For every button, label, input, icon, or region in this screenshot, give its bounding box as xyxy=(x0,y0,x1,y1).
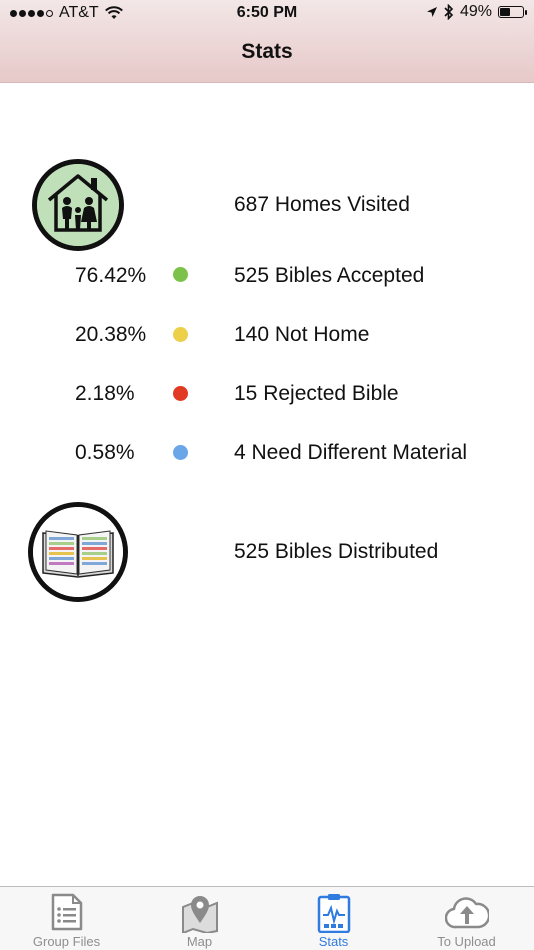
different-material-status-dot xyxy=(173,445,188,460)
not-home-percent: 20.38% xyxy=(75,323,147,346)
different-material-percent: 0.58% xyxy=(75,441,135,464)
cloud-upload-icon xyxy=(444,897,489,929)
stats-screen: AT&T 6:50 PM 49% Stats 687 Homes Visited… xyxy=(0,0,534,950)
accepted-label: 525 Bibles Accepted xyxy=(234,264,425,287)
family-home-icon xyxy=(32,159,124,251)
bluetooth-icon xyxy=(444,4,454,20)
tab-bar: Group Files Map Stats To Upload xyxy=(0,886,534,950)
different-material-label: 4 Need Different Material xyxy=(234,441,468,464)
header: AT&T 6:50 PM 49% Stats xyxy=(0,0,534,83)
tab-group-files[interactable]: Group Files xyxy=(0,887,133,950)
battery-level xyxy=(500,8,510,16)
stats-clipboard-icon xyxy=(317,894,350,933)
battery-icon xyxy=(498,6,527,18)
status-right: 49% xyxy=(426,3,527,21)
bibles-distributed-label: 525 Bibles Distributed xyxy=(234,540,439,563)
page-title: Stats xyxy=(241,40,293,63)
accepted-percent: 76.42% xyxy=(75,264,147,287)
tab-to-upload-label: To Upload xyxy=(437,934,496,949)
location-arrow-icon xyxy=(426,7,437,17)
document-list-icon xyxy=(51,893,82,931)
tab-group-files-label: Group Files xyxy=(32,934,101,949)
tab-map-label: Map xyxy=(186,934,213,949)
map-pin-icon xyxy=(181,896,218,933)
tab-stats[interactable]: Stats xyxy=(267,887,400,950)
accepted-status-dot xyxy=(173,267,188,282)
not-home-status-dot xyxy=(173,327,188,342)
battery-percent: 49% xyxy=(459,3,492,20)
tab-stats-label: Stats xyxy=(318,934,349,949)
tab-to-upload[interactable]: To Upload xyxy=(400,887,533,950)
status-bar: AT&T 6:50 PM 49% xyxy=(0,0,534,28)
rejected-label: 15 Rejected Bible xyxy=(234,382,399,405)
rejected-status-dot xyxy=(173,386,188,401)
not-home-label: 140 Not Home xyxy=(234,323,370,346)
open-bible-icon xyxy=(28,502,128,602)
homes-visited-label: 687 Homes Visited xyxy=(234,193,410,216)
tab-map[interactable]: Map xyxy=(133,887,266,950)
rejected-percent: 2.18% xyxy=(75,382,135,405)
